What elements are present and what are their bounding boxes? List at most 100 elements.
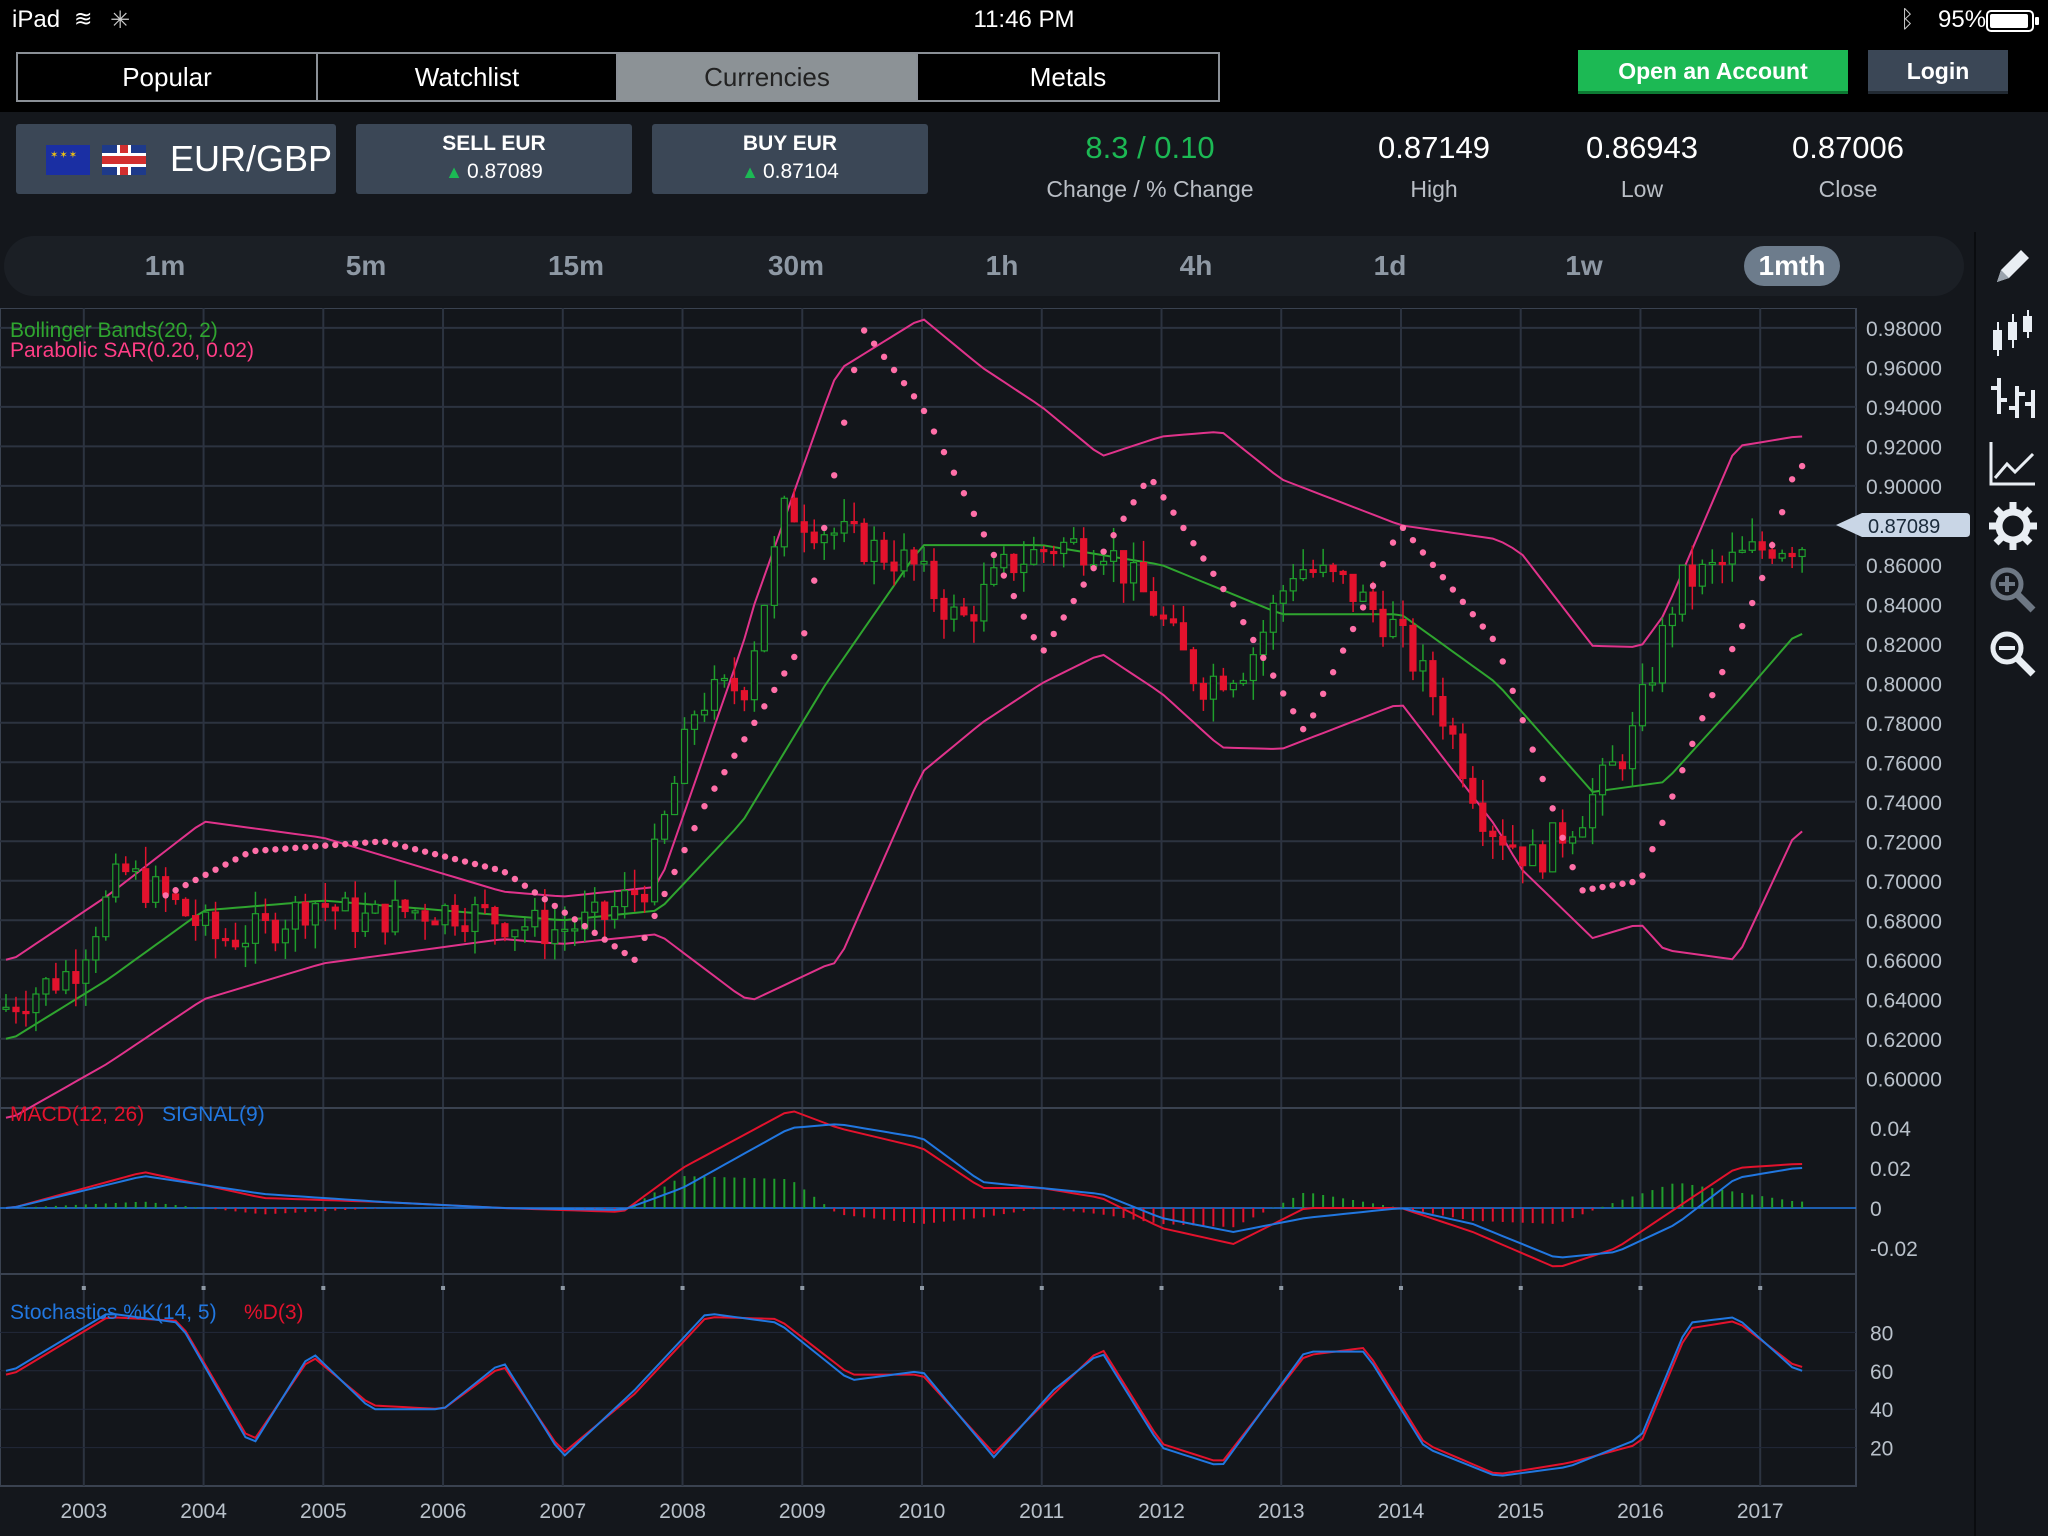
- candle-up: [441, 904, 449, 926]
- change-label: Change / % Change: [1046, 176, 1254, 202]
- pair-name: EUR/GBP: [170, 138, 333, 179]
- timeframe-1mth[interactable]: 1mth: [1744, 246, 1840, 286]
- timeframe-1w[interactable]: 1w: [1536, 246, 1632, 286]
- sar-dot: [1768, 541, 1776, 549]
- sar-dot: [1689, 740, 1696, 748]
- sar-dot: [831, 472, 838, 479]
- sar-dot: [1409, 536, 1417, 544]
- sar-dot: [1379, 561, 1387, 568]
- sar-dot: [1439, 573, 1447, 581]
- zoom-in-icon[interactable]: [1982, 564, 2044, 620]
- candle-up: [621, 890, 629, 908]
- sell-button[interactable]: SELL EUR ▲ 0.87089: [356, 124, 632, 194]
- pane-marker: [560, 1286, 565, 1290]
- sar-dot: [1599, 883, 1606, 891]
- sar-dot: [781, 670, 788, 677]
- timeframe-15m[interactable]: 15m: [528, 246, 624, 286]
- candle-down: [491, 906, 499, 925]
- zoom-out-icon[interactable]: [1982, 628, 2044, 684]
- candle-down: [72, 971, 80, 984]
- sar-dot: [1060, 614, 1067, 621]
- buy-button[interactable]: BUY EUR ▲ 0.87104: [652, 124, 928, 194]
- candle-up: [1419, 660, 1427, 672]
- tab-currencies[interactable]: Currencies: [618, 54, 918, 100]
- sar-dot: [1619, 880, 1626, 887]
- sar-dot: [1479, 623, 1487, 630]
- sar-dot: [1579, 887, 1586, 894]
- pencil-icon[interactable]: [1982, 242, 2044, 298]
- candle-down: [1718, 561, 1726, 566]
- stoch-tick-label: 80: [1870, 1322, 1893, 1345]
- ohlc-bars-icon[interactable]: [1982, 372, 2044, 428]
- instrument-selector[interactable]: EUR/GBP: [16, 124, 336, 194]
- sar-dot: [1529, 746, 1536, 753]
- candle-down: [1010, 553, 1018, 574]
- candle-up: [770, 546, 778, 606]
- tab-metals[interactable]: Metals: [918, 54, 1218, 100]
- sar-dot: [1539, 775, 1546, 783]
- settings-gear-icon[interactable]: [1982, 500, 2044, 556]
- sar-dot: [930, 428, 938, 435]
- line-chart-icon[interactable]: [1982, 438, 2044, 494]
- open-account-button[interactable]: Open an Account: [1578, 50, 1848, 94]
- candle-down: [850, 520, 858, 525]
- candle-down: [1139, 561, 1148, 593]
- timeframe-1d[interactable]: 1d: [1342, 246, 1438, 286]
- sar-dot: [1709, 691, 1716, 699]
- timeframe-30m[interactable]: 30m: [748, 246, 844, 286]
- candle-up: [950, 606, 958, 620]
- candle-down: [22, 1010, 30, 1015]
- candle-down: [52, 978, 60, 991]
- sar-dot: [1729, 645, 1736, 653]
- pane-marker: [201, 1286, 206, 1290]
- price-chart[interactable]: 2003 2004 2005 2006 2007 2008 2009 2010 2011 2012…: [0, 308, 1972, 1536]
- candle-down: [331, 906, 339, 912]
- sar-dot: [1469, 611, 1477, 618]
- tab-popular[interactable]: Popular: [18, 54, 318, 100]
- sar-dot: [1010, 592, 1018, 600]
- timeframe-1h[interactable]: 1h: [954, 246, 1050, 286]
- tab-watchlist[interactable]: Watchlist: [318, 54, 618, 100]
- timeframe-1m[interactable]: 1m: [117, 246, 213, 286]
- change-stat: 8.3 / 0.10 Change / % Change: [1040, 130, 1260, 203]
- timeframe-4h[interactable]: 4h: [1148, 246, 1244, 286]
- sar-dot: [1649, 845, 1656, 853]
- candle-down: [1768, 549, 1776, 559]
- candle-down: [1519, 846, 1527, 867]
- candle-up: [341, 897, 349, 912]
- candle-up: [1389, 618, 1397, 638]
- login-button[interactable]: Login: [1868, 50, 2008, 94]
- sar-dot: [1609, 882, 1616, 889]
- current-price-marker: 0.87089: [1836, 513, 1970, 538]
- sar-dot: [1130, 499, 1137, 506]
- candle-down: [1469, 777, 1477, 804]
- y-tick-label: 0.62000: [1866, 1029, 1942, 1052]
- timeframe-5m[interactable]: 5m: [318, 246, 414, 286]
- candle-up: [1578, 827, 1587, 838]
- candle-down: [641, 893, 649, 903]
- candle-down: [451, 904, 459, 927]
- y-tick-label: 0.96000: [1866, 357, 1942, 380]
- y-tick-label: 0.80000: [1866, 673, 1942, 696]
- candlestick-icon[interactable]: [1982, 308, 2044, 364]
- candle-up: [1249, 654, 1257, 682]
- candle-up: [1668, 613, 1676, 627]
- candle-up: [112, 863, 120, 898]
- sar-dot: [661, 890, 668, 898]
- sar-dot: [960, 490, 968, 497]
- sar-dot: [591, 929, 598, 937]
- high-label: High: [1410, 176, 1458, 202]
- up-arrow-icon: ▲: [741, 162, 759, 182]
- candle-down: [1399, 618, 1407, 627]
- candle-down: [910, 549, 918, 565]
- x-tick-label: 2010: [899, 1500, 946, 1523]
- candle-down: [930, 560, 938, 600]
- macd-tick-label: 0.02: [1870, 1158, 1911, 1181]
- sar-dot: [401, 843, 409, 850]
- pane-marker: [1279, 1286, 1284, 1290]
- sar-dot: [880, 353, 888, 361]
- candle-up: [1748, 541, 1756, 551]
- timeframe-bar: 1m 5m 15m 30m 1h 4h 1d 1w 1mth: [4, 236, 1964, 296]
- sar-dot: [162, 892, 169, 899]
- candle-down: [1040, 549, 1048, 553]
